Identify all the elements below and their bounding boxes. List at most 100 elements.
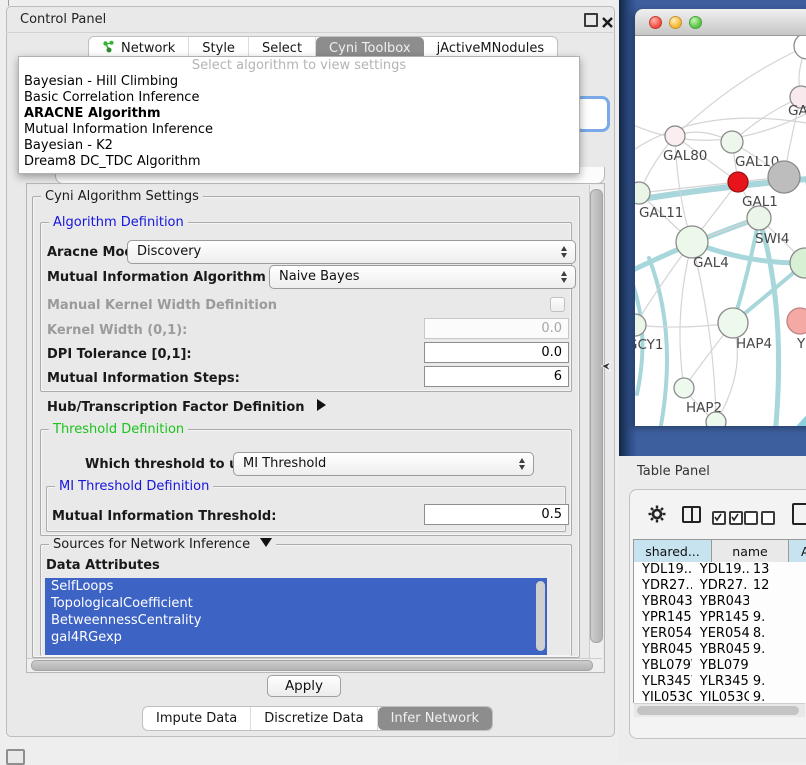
network-icon (102, 40, 115, 57)
network-edge[interactable] (759, 218, 779, 426)
tab-infer-network[interactable]: Infer Network (378, 707, 492, 730)
table-body: YDL19...YDL19...13YDR27...YDR27...12YBR0… (633, 562, 806, 703)
table-header: shared... name A (633, 539, 806, 563)
table-cell: 9. (749, 674, 806, 690)
column-header-shared-name[interactable]: shared... (634, 540, 712, 562)
table-hscrollbar[interactable] (634, 703, 805, 717)
dock-panel-icon[interactable] (6, 749, 25, 765)
network-node[interactable] (747, 206, 771, 230)
algorithm-option[interactable]: Bayesian - Hill Climbing (19, 74, 579, 90)
node-label: GAL11 (639, 205, 683, 221)
network-edge[interactable] (635, 91, 806, 140)
attributes-scrollbar-thumb[interactable] (536, 581, 545, 651)
network-view-window[interactable]: GAL2GAL80GAL10GAL1GAL11SWI4GAL4GCY1HAP4Y… (635, 9, 806, 426)
zoom-traffic-light[interactable] (689, 16, 702, 29)
network-edge[interactable] (765, 384, 806, 426)
column-header-name[interactable]: name (712, 540, 789, 562)
node-label: SWI4 (755, 231, 790, 247)
network-graph-svg: GAL2GAL80GAL10GAL1GAL11SWI4GAL4GCY1HAP4Y… (635, 36, 806, 426)
table-row[interactable]: YPR145WYPR145W9. (634, 610, 806, 626)
column-header-clipped[interactable]: A (789, 540, 806, 562)
table-cell: YBL079W (692, 658, 749, 674)
mi-steps-input[interactable]: 6 (424, 366, 569, 387)
tab-label: jActiveMNodules (437, 41, 545, 56)
algorithm-option[interactable]: Dream8 DC_TDC Algorithm (19, 154, 579, 170)
network-node[interactable] (665, 126, 685, 146)
table-cell: YDR27... (692, 578, 749, 594)
apply-button[interactable]: Apply (267, 675, 341, 697)
algorithm-option[interactable]: Mutual Information Inference (19, 122, 579, 138)
network-node[interactable] (768, 161, 800, 193)
kernel-width-label: Kernel Width (0,1): (47, 323, 187, 338)
dpi-tolerance-input[interactable]: 0.0 (424, 342, 569, 363)
tab-discretize-data[interactable]: Discretize Data (251, 707, 377, 730)
table-cell: YIL053C (634, 690, 692, 703)
attribute-list-item[interactable]: TopologicalCoefficient (45, 595, 547, 612)
table-row[interactable]: YBR043CYBR043C (634, 594, 806, 610)
manual-kernel-checkbox[interactable] (550, 297, 565, 312)
bottom-tabbar: Impute Data Discretize Data Infer Networ… (142, 706, 493, 731)
table-cell: YER054C (692, 626, 749, 642)
algorithm-option[interactable]: Basic Correlation Inference (19, 90, 579, 106)
table-cell: YLR345W (634, 674, 692, 690)
kernel-width-input[interactable]: 0.0 (424, 318, 569, 339)
table-cell: YDL19... (634, 562, 692, 578)
vertical-scrollbar-thumb[interactable] (590, 189, 603, 643)
hub-definition-label: Hub/Transcription Factor Definition (47, 400, 305, 415)
screen: { "colors": { "desktop_blue": "#3d5f9e",… (0, 0, 806, 762)
node-label: GAL2 (788, 103, 806, 119)
network-canvas[interactable]: GAL2GAL80GAL10GAL1GAL11SWI4GAL4GCY1HAP4Y… (635, 36, 806, 426)
data-attributes-label: Data Attributes (46, 558, 160, 573)
table-cell: YBL079W (634, 658, 692, 674)
hub-definition-expander[interactable]: Hub/Transcription Factor Definition (47, 399, 326, 415)
table-cell: 13 (749, 562, 806, 578)
table-row[interactable]: YDR27...YDR27...12 (634, 578, 806, 594)
gear-icon[interactable] (648, 505, 666, 523)
show-columns-icon[interactable] (682, 506, 701, 523)
horizontal-scrollbar-thumb[interactable] (31, 660, 593, 671)
table-row[interactable]: YBL079WYBL079W (634, 658, 806, 674)
network-node[interactable] (718, 308, 748, 338)
function-builder-icon[interactable] (792, 503, 806, 525)
tab-impute-data[interactable]: Impute Data (143, 707, 251, 730)
tab-label: Discretize Data (264, 711, 363, 726)
tab-label: Select (262, 41, 302, 56)
attribute-list-item[interactable]: BetweennessCentrality (45, 612, 547, 629)
algorithm-option[interactable]: Bayesian - K2 (19, 138, 579, 154)
sources-title[interactable]: Sources for Network Inference (49, 537, 276, 552)
network-node[interactable] (794, 36, 806, 59)
algorithm-option[interactable]: ARACNE Algorithm (19, 106, 579, 122)
attribute-list-item[interactable]: gal4RGexp (45, 629, 547, 646)
mi-threshold-title: MI Threshold Definition (55, 479, 213, 494)
table-row[interactable]: YIL053CYIL053C9. (634, 690, 806, 703)
table-row[interactable]: YDL19...YDL19...13 (634, 562, 806, 578)
network-node[interactable] (721, 131, 743, 153)
select-all-columns-icon[interactable] (712, 510, 746, 529)
table-row[interactable]: YER054CYER054C8. (634, 626, 806, 642)
table-cell: YBR043C (692, 594, 749, 610)
network-node[interactable] (674, 378, 694, 398)
minimize-traffic-light[interactable] (669, 16, 682, 29)
network-node[interactable] (676, 226, 708, 258)
network-edge[interactable] (680, 242, 692, 388)
unselect-all-columns-icon[interactable] (744, 510, 778, 529)
close-icon[interactable] (602, 13, 613, 32)
close-traffic-light[interactable] (649, 16, 662, 29)
float-window-icon[interactable] (584, 13, 598, 27)
network-node[interactable] (635, 314, 646, 336)
node-label: GCY1 (635, 337, 664, 353)
network-node[interactable] (787, 308, 806, 334)
table-cell: YLR345W (692, 674, 749, 690)
mi-type-combo[interactable]: Naive Bayes (269, 265, 576, 289)
table-row[interactable]: YBR045CYBR045C9. (634, 642, 806, 658)
network-window-titlebar[interactable] (635, 9, 806, 36)
table-hscrollbar-thumb[interactable] (637, 706, 799, 715)
table-row[interactable]: YLR345WYLR345W9. (634, 674, 806, 690)
aracne-mode-combo[interactable]: Discovery (127, 240, 576, 264)
algorithm-dropdown-placeholder: Select algorithm to view settings (19, 57, 579, 74)
which-threshold-combo[interactable]: MI Threshold (233, 452, 534, 476)
network-node[interactable] (706, 412, 726, 426)
network-node[interactable] (728, 172, 748, 192)
mi-threshold-input[interactable]: 0.5 (424, 504, 569, 525)
attribute-list-item[interactable]: SelfLoops (45, 578, 547, 595)
